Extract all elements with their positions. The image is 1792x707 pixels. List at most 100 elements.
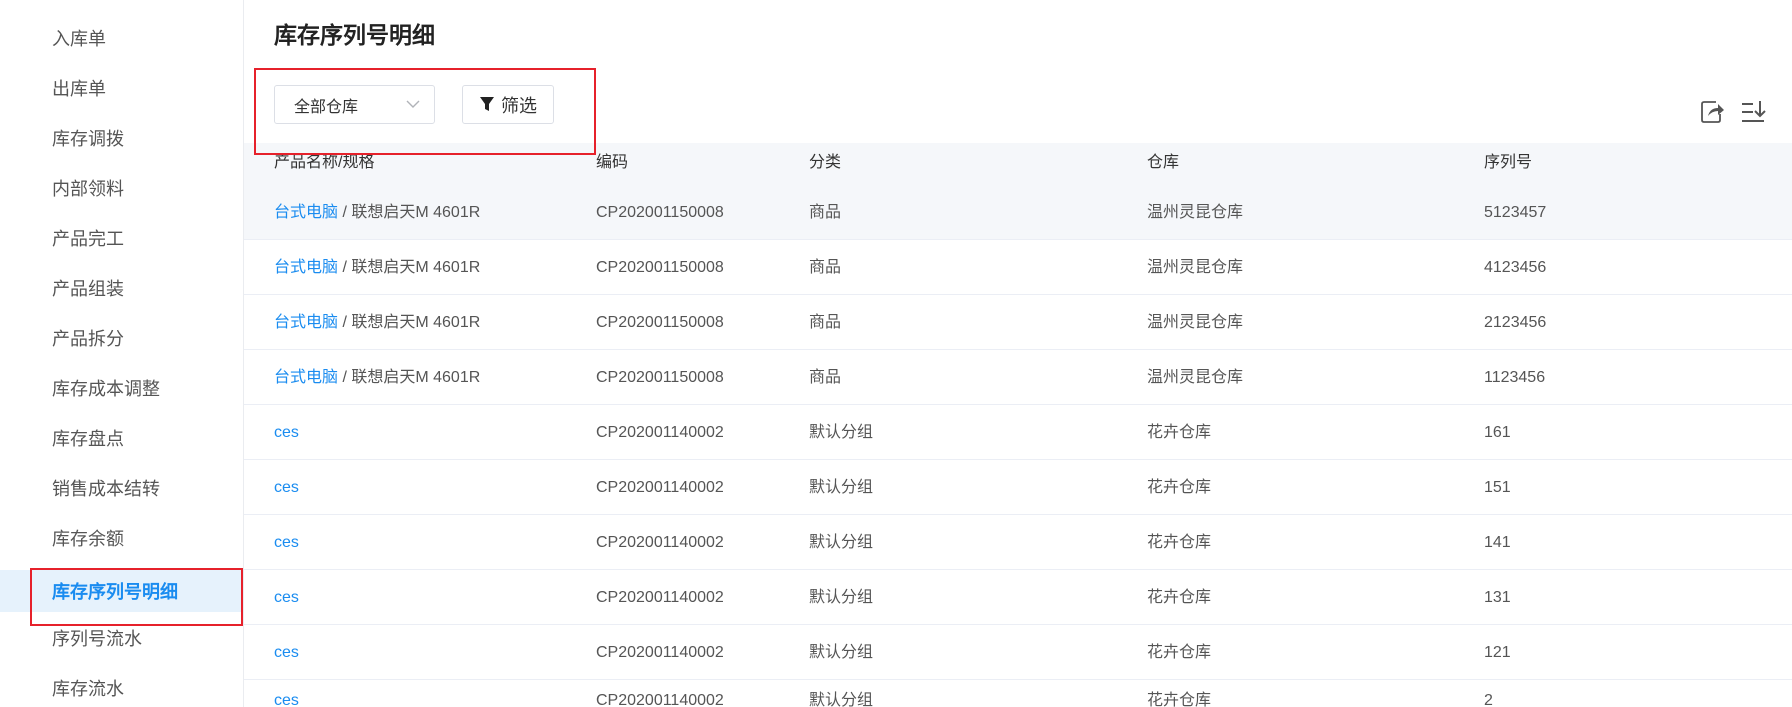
cell-category: 默认分组 (809, 692, 874, 707)
cell-code: CP202001140002 (596, 534, 724, 551)
sidebar-item-label: 库存流水 (52, 679, 124, 699)
cell-serial: 121 (1484, 644, 1511, 661)
cell-code: CP202001150008 (596, 204, 724, 221)
product-spec: 联想启天M 4601R (351, 369, 481, 386)
separator: / (338, 259, 352, 276)
column-header-warehouse[interactable]: 仓库 (1147, 143, 1179, 185)
cell-category: 默认分组 (809, 424, 874, 441)
sidebar-item-label: 序列号流水 (52, 629, 142, 649)
product-link[interactable]: ces (274, 644, 299, 661)
cell-serial: 2123456 (1484, 314, 1547, 331)
sidebar-item-cost-carryover[interactable]: 销售成本结转 (0, 470, 243, 506)
sort-icon[interactable] (1739, 98, 1767, 126)
cell-warehouse: 花卉仓库 (1147, 479, 1212, 496)
product-link[interactable]: ces (274, 589, 299, 606)
cell-product: ces (274, 570, 299, 625)
sidebar: 入库单 出库单 库存调拨 内部领料 产品完工 产品组装 产品拆分 库存成本调整 … (0, 0, 244, 707)
sidebar-item-balance[interactable]: 库存余额 (0, 520, 243, 556)
cell-serial: 4123456 (1484, 259, 1547, 276)
cell-category: 商品 (809, 259, 842, 276)
product-spec: 联想启天M 4601R (351, 204, 481, 221)
cell-serial: 2 (1484, 692, 1493, 707)
warehouse-select-value: 全部仓库 (294, 98, 359, 116)
cell-product: ces (274, 460, 299, 515)
export-icon[interactable] (1698, 98, 1726, 126)
product-link[interactable]: ces (274, 479, 299, 496)
filter-button[interactable]: 筛选 (462, 85, 554, 124)
table-row[interactable]: ces CP202001140002 默认分组 花卉仓库 121 (244, 625, 1792, 680)
product-link[interactable]: 台式电脑 (274, 369, 338, 386)
cell-warehouse: 花卉仓库 (1147, 534, 1212, 551)
cell-category: 商品 (809, 314, 842, 331)
table-row[interactable]: ces CP202001140002 默认分组 花卉仓库 131 (244, 570, 1792, 625)
sidebar-item-requisition[interactable]: 内部领料 (0, 170, 243, 206)
sidebar-item-cost-adjust[interactable]: 库存成本调整 (0, 370, 243, 406)
cell-product: ces (274, 625, 299, 680)
warehouse-select[interactable]: 全部仓库 (274, 85, 435, 124)
cell-product: ces (274, 680, 299, 707)
column-header-serial[interactable]: 序列号 (1484, 143, 1532, 185)
sidebar-item-label: 库存成本调整 (52, 379, 160, 399)
cell-warehouse: 温州灵昆仓库 (1147, 204, 1244, 221)
cell-product: ces (274, 515, 299, 570)
sidebar-item-serial-detail[interactable]: 库存序列号明细 (0, 570, 243, 612)
sidebar-item-stocktake[interactable]: 库存盘点 (0, 420, 243, 456)
sidebar-item-assembly[interactable]: 产品组装 (0, 270, 243, 306)
cell-warehouse: 温州灵昆仓库 (1147, 259, 1244, 276)
column-header-category[interactable]: 分类 (809, 143, 841, 185)
table-header: 产品名称/规格 编码 分类 仓库 序列号 (244, 143, 1792, 186)
table-row[interactable]: 台式电脑 / 联想启天M 4601R CP202001150008 商品 温州灵… (244, 240, 1792, 295)
product-link[interactable]: 台式电脑 (274, 314, 338, 331)
column-header-code[interactable]: 编码 (596, 143, 628, 185)
sidebar-item-completion[interactable]: 产品完工 (0, 220, 243, 256)
cell-warehouse: 花卉仓库 (1147, 644, 1212, 661)
sidebar-item-label: 库存盘点 (52, 429, 124, 449)
table-row[interactable]: 台式电脑 / 联想启天M 4601R CP202001150008 商品 温州灵… (244, 185, 1792, 240)
table-row[interactable]: 台式电脑 / 联想启天M 4601R CP202001150008 商品 温州灵… (244, 295, 1792, 350)
cell-warehouse: 花卉仓库 (1147, 692, 1212, 707)
sidebar-item-label: 库存余额 (52, 529, 124, 549)
cell-product: 台式电脑 / 联想启天M 4601R (274, 295, 480, 350)
sidebar-item-stock-flow[interactable]: 库存流水 (0, 670, 243, 706)
sidebar-item-label: 产品组装 (52, 279, 124, 299)
cell-warehouse: 花卉仓库 (1147, 424, 1212, 441)
cell-serial: 161 (1484, 424, 1511, 441)
sidebar-item-label: 产品完工 (52, 229, 124, 249)
cell-code: CP202001150008 (596, 369, 724, 386)
sidebar-item-serial-flow[interactable]: 序列号流水 (0, 620, 243, 656)
filter-button-label: 筛选 (501, 95, 537, 116)
cell-code: CP202001140002 (596, 424, 724, 441)
product-link[interactable]: 台式电脑 (274, 204, 338, 221)
table-row[interactable]: ces CP202001140002 默认分组 花卉仓库 161 (244, 405, 1792, 460)
sidebar-item-outbound[interactable]: 出库单 (0, 70, 243, 106)
cell-category: 默认分组 (809, 479, 874, 496)
cell-warehouse: 温州灵昆仓库 (1147, 369, 1244, 386)
column-header-product[interactable]: 产品名称/规格 (274, 143, 374, 185)
separator: / (338, 204, 352, 221)
sidebar-item-disassembly[interactable]: 产品拆分 (0, 320, 243, 356)
cell-code: CP202001140002 (596, 692, 724, 707)
sidebar-item-label: 入库单 (52, 29, 106, 49)
table-row[interactable]: 台式电脑 / 联想启天M 4601R CP202001150008 商品 温州灵… (244, 350, 1792, 405)
product-link[interactable]: ces (274, 534, 299, 551)
cell-product: ces (274, 405, 299, 460)
cell-category: 默认分组 (809, 644, 874, 661)
table-row[interactable]: ces CP202001140002 默认分组 花卉仓库 151 (244, 460, 1792, 515)
sidebar-item-inbound[interactable]: 入库单 (0, 20, 243, 56)
cell-category: 商品 (809, 204, 842, 221)
cell-category: 商品 (809, 369, 842, 386)
cell-code: CP202001140002 (596, 479, 724, 496)
table-row[interactable]: ces CP202001140002 默认分组 花卉仓库 2 (244, 680, 1792, 707)
sidebar-item-label: 内部领料 (52, 179, 124, 199)
product-link[interactable]: ces (274, 424, 299, 441)
separator: / (338, 369, 352, 386)
cell-warehouse: 花卉仓库 (1147, 589, 1212, 606)
sidebar-item-transfer[interactable]: 库存调拨 (0, 120, 243, 156)
cell-code: CP202001150008 (596, 259, 724, 276)
product-link[interactable]: 台式电脑 (274, 259, 338, 276)
table-row[interactable]: ces CP202001140002 默认分组 花卉仓库 141 (244, 515, 1792, 570)
sidebar-item-label: 产品拆分 (52, 329, 124, 349)
cell-serial: 151 (1484, 479, 1511, 496)
product-link[interactable]: ces (274, 692, 299, 707)
cell-code: CP202001140002 (596, 589, 724, 606)
